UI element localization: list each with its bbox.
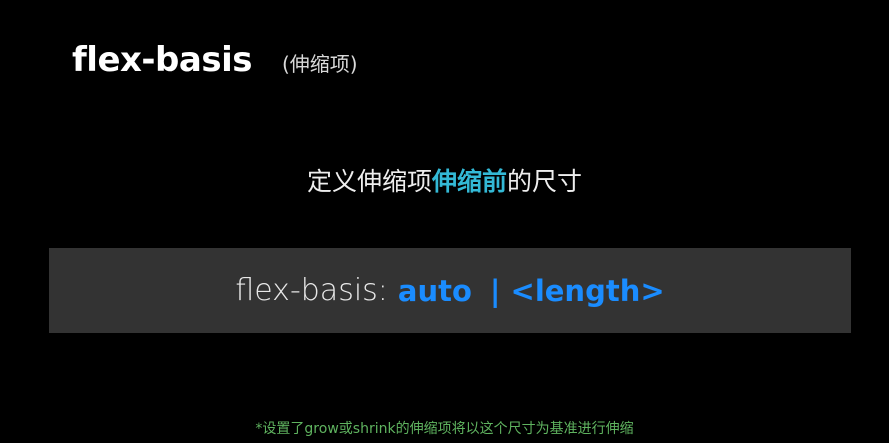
slide: flex-basis (伸缩项) 定义伸缩项伸缩前的尺寸 flex-basis:… [0, 0, 889, 443]
title-row: flex-basis (伸缩项) [72, 40, 358, 90]
slide-title: flex-basis [72, 40, 252, 80]
syntax-value-length: <length> [510, 273, 665, 308]
definition-highlight: 伸缩前 [431, 167, 507, 196]
definition-after: 的尺寸 [507, 167, 583, 196]
footnote: *设置了grow或shrink的伸缩项将以这个尺寸为基准进行伸缩 [255, 421, 634, 437]
syntax-box: flex-basis: auto | <length> [49, 248, 851, 333]
definition-before: 定义伸缩项 [306, 167, 432, 196]
syntax-separator: | [489, 273, 501, 308]
syntax-property: flex-basis: [235, 273, 388, 308]
definition-text: 定义伸缩项伸缩前的尺寸 [0, 162, 889, 198]
title-note: (伸缩项) [281, 52, 358, 76]
syntax-value-auto: auto [397, 273, 472, 308]
